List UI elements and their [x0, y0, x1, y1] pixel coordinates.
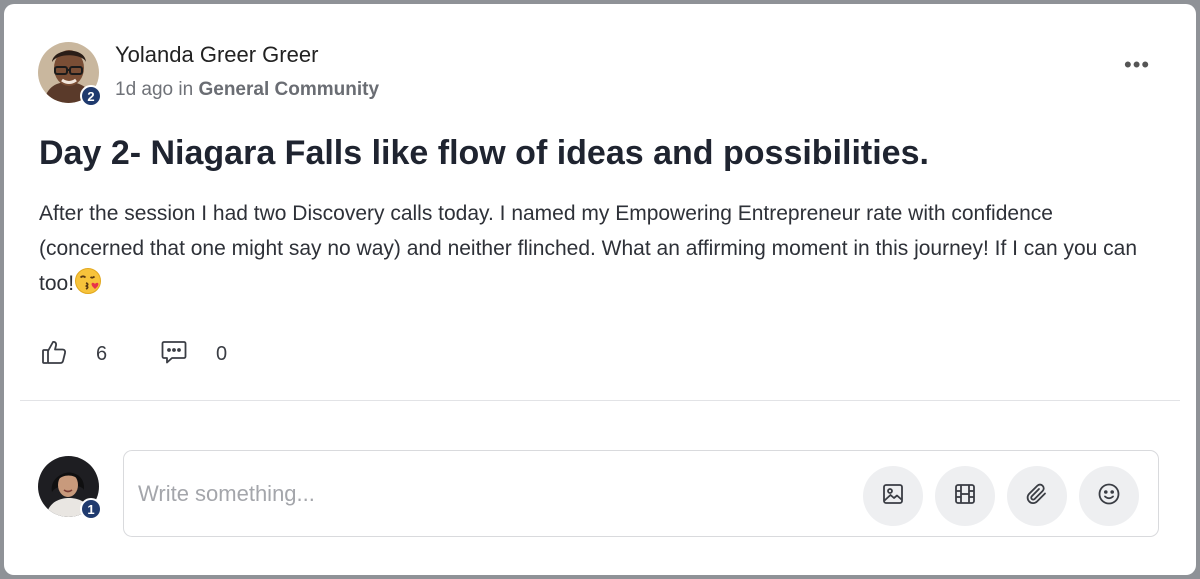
attach-file-button[interactable] [1007, 466, 1067, 526]
emoji-button[interactable] [1079, 466, 1139, 526]
thumbs-up-icon [40, 338, 68, 371]
comment-input[interactable] [136, 475, 740, 513]
comment-icon [160, 338, 188, 371]
comment-count: 0 [216, 343, 228, 365]
more-options-button[interactable]: ••• [1124, 52, 1150, 78]
post-body-text: After the session I had two Discovery ca… [39, 202, 1138, 295]
post-body: After the session I had two Discovery ca… [39, 196, 1139, 301]
like-button[interactable]: 6 [40, 338, 107, 371]
post-in-word: in [178, 79, 194, 100]
divider [20, 400, 1180, 401]
image-icon [881, 482, 905, 511]
author-level-badge: 2 [80, 85, 102, 107]
smiley-icon [1097, 482, 1121, 511]
video-icon [953, 482, 977, 511]
add-video-button[interactable] [935, 466, 995, 526]
paperclip-icon [1025, 482, 1049, 511]
kiss-emoji-icon [74, 267, 102, 295]
comment-composer [123, 450, 1159, 537]
author-avatar[interactable]: 2 [38, 42, 102, 107]
like-count: 6 [96, 343, 108, 365]
post-time: 1d ago [115, 79, 174, 100]
current-user-avatar[interactable]: 1 [38, 456, 102, 520]
comment-button[interactable]: 0 [160, 338, 227, 371]
community-link[interactable]: General Community [198, 79, 379, 100]
post-meta: 1d ago in General Community [115, 79, 379, 101]
author-name[interactable]: Yolanda Greer Greer [115, 42, 318, 68]
add-image-button[interactable] [863, 466, 923, 526]
post-title: Day 2- Niagara Falls like flow of ideas … [39, 134, 929, 172]
current-user-level-badge: 1 [80, 498, 102, 520]
post-card: 2 Yolanda Greer Greer 1d ago in General … [4, 4, 1196, 575]
